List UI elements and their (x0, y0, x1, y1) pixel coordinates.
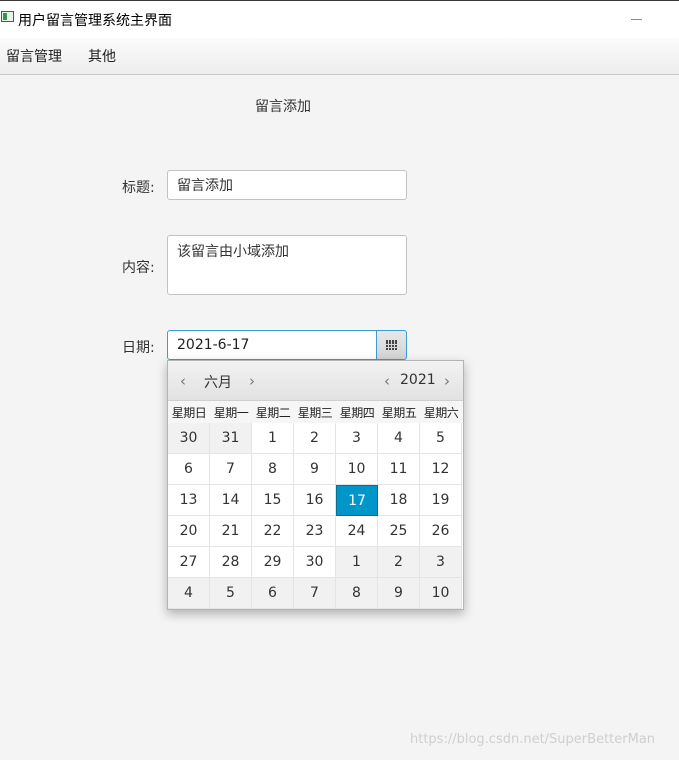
calendar-day[interactable]: 13 (168, 485, 210, 516)
calendar-day[interactable]: 15 (252, 485, 294, 516)
calendar-day[interactable]: 7 (210, 454, 252, 485)
date-picker-popup: ‹ 六月 › ‹ 2021 › 星期日 星期一 星期二 星期三 星期四 星期五 星期六 30… (167, 360, 464, 610)
calendar-day[interactable]: 9 (294, 454, 336, 485)
calendar-header: ‹ 六月 › ‹ 2021 › (168, 361, 463, 401)
title-label: 标题: (122, 180, 155, 196)
weekday-label: 星期日 (171, 406, 207, 420)
menu-bar: 留言管理 其他 (0, 38, 679, 75)
menu-other[interactable]: 其他 (88, 46, 116, 66)
minimize-button[interactable] (621, 7, 651, 31)
app-icon (1, 11, 14, 22)
title-input[interactable] (167, 170, 407, 200)
weekday-label: 星期三 (297, 406, 333, 420)
year-label: 2021 (400, 372, 436, 388)
content-textarea[interactable]: 该留言由小域添加 (167, 235, 407, 295)
calendar-grid: 30 31 1 2 3 4 5 6 7 8 9 10 11 12 13 14 15 16 17 18 19 20 21 22 2… (168, 423, 463, 609)
calendar-day[interactable]: 4 (168, 578, 210, 609)
month-label: 六月 (204, 375, 232, 391)
calendar-icon (386, 340, 397, 350)
weekday-label: 星期二 (255, 406, 291, 420)
calendar-day[interactable]: 10 (420, 578, 462, 609)
calendar-day[interactable]: 3 (420, 547, 462, 578)
next-month-icon[interactable]: › (249, 372, 255, 390)
weekday-header: 星期日 星期一 星期二 星期三 星期四 星期五 星期六 (168, 401, 463, 423)
weekday-label: 星期五 (381, 406, 417, 420)
window-title: 用户留言管理系统主界面 (18, 13, 172, 29)
calendar-day[interactable]: 1 (252, 423, 294, 454)
calendar-day[interactable]: 14 (210, 485, 252, 516)
calendar-day[interactable]: 30 (294, 547, 336, 578)
date-input[interactable] (167, 330, 377, 360)
weekday-label: 星期一 (213, 406, 249, 420)
calendar-day[interactable]: 17 (336, 485, 378, 516)
calendar-day[interactable]: 30 (168, 423, 210, 454)
weekday-label: 星期六 (423, 406, 459, 420)
calendar-day[interactable]: 2 (294, 423, 336, 454)
date-label: 日期: (122, 340, 155, 356)
prev-month-icon[interactable]: ‹ (180, 372, 186, 390)
title-bar: 用户留言管理系统主界面 (0, 0, 679, 38)
calendar-day[interactable]: 5 (210, 578, 252, 609)
form-header: 留言添加 (255, 99, 311, 115)
calendar-day[interactable]: 29 (252, 547, 294, 578)
calendar-day[interactable]: 28 (210, 547, 252, 578)
calendar-day[interactable]: 25 (378, 516, 420, 547)
calendar-day[interactable]: 31 (210, 423, 252, 454)
calendar-day[interactable]: 2 (378, 547, 420, 578)
calendar-day[interactable]: 27 (168, 547, 210, 578)
calendar-day[interactable]: 9 (378, 578, 420, 609)
calendar-day[interactable]: 12 (420, 454, 462, 485)
prev-year-icon[interactable]: ‹ (384, 372, 390, 390)
calendar-day[interactable]: 21 (210, 516, 252, 547)
calendar-day[interactable]: 1 (336, 547, 378, 578)
calendar-day[interactable]: 3 (336, 423, 378, 454)
calendar-day[interactable]: 5 (420, 423, 462, 454)
calendar-day[interactable]: 11 (378, 454, 420, 485)
calendar-day[interactable]: 10 (336, 454, 378, 485)
calendar-day[interactable]: 18 (378, 485, 420, 516)
calendar-day[interactable]: 26 (420, 516, 462, 547)
calendar-day[interactable]: 8 (336, 578, 378, 609)
menu-message-management[interactable]: 留言管理 (6, 46, 62, 66)
calendar-day[interactable]: 23 (294, 516, 336, 547)
weekday-label: 星期四 (339, 406, 375, 420)
calendar-day[interactable]: 16 (294, 485, 336, 516)
calendar-day[interactable]: 22 (252, 516, 294, 547)
calendar-day[interactable]: 4 (378, 423, 420, 454)
calendar-day[interactable]: 6 (168, 454, 210, 485)
calendar-day[interactable]: 19 (420, 485, 462, 516)
next-year-icon[interactable]: › (444, 372, 450, 390)
calendar-day[interactable]: 20 (168, 516, 210, 547)
calendar-day[interactable]: 7 (294, 578, 336, 609)
calendar-day[interactable]: 6 (252, 578, 294, 609)
calendar-day[interactable]: 24 (336, 516, 378, 547)
content-label: 内容: (122, 260, 155, 276)
date-picker-button[interactable] (376, 330, 407, 360)
calendar-day[interactable]: 8 (252, 454, 294, 485)
watermark: https://blog.csdn.net/SuperBetterMan (410, 732, 656, 747)
